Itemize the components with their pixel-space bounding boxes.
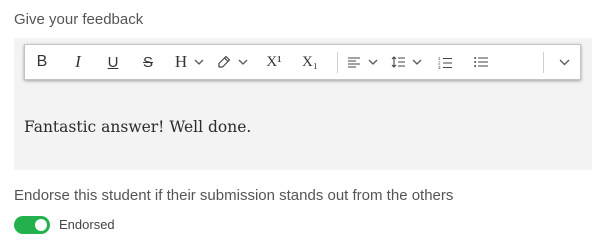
feedback-editor[interactable]: B I U S H X¹ X₁ 1 2 3 Fantastic answer! … — [14, 38, 592, 170]
superscript-icon: X¹ — [266, 53, 282, 70]
chevron-down-icon — [412, 59, 422, 65]
superscript-button[interactable]: X¹ — [261, 45, 287, 79]
ordered-list-button[interactable]: 1 2 3 — [433, 45, 457, 79]
endorse-toggle-row: Endorsed — [14, 215, 115, 235]
endorse-toggle[interactable] — [14, 216, 50, 234]
align-button[interactable] — [343, 45, 365, 79]
toolbar-divider — [337, 52, 338, 73]
highlight-button[interactable] — [213, 45, 235, 79]
heading-dropdown[interactable] — [191, 45, 207, 79]
highlight-dropdown[interactable] — [235, 45, 251, 79]
chevron-down-icon — [194, 59, 204, 65]
strikethrough-button[interactable]: S — [135, 45, 161, 79]
italic-icon: I — [75, 52, 81, 71]
underline-button[interactable]: U — [100, 45, 126, 79]
svg-text:3: 3 — [438, 65, 441, 69]
endorse-toggle-label: Endorsed — [59, 217, 115, 232]
bullet-list-button[interactable] — [469, 45, 493, 79]
bold-button[interactable]: B — [29, 45, 55, 79]
bullet-list-icon — [474, 57, 488, 67]
line-height-button[interactable] — [387, 45, 409, 79]
subscript-button[interactable]: X₁ — [297, 45, 323, 79]
line-height-dropdown[interactable] — [409, 45, 425, 79]
more-options-dropdown[interactable] — [553, 45, 575, 79]
italic-button[interactable]: I — [65, 45, 91, 79]
feedback-text[interactable]: Fantastic answer! Well done. — [24, 116, 251, 138]
line-height-icon — [391, 56, 405, 68]
chevron-down-icon — [368, 59, 378, 65]
toggle-knob — [35, 219, 47, 231]
strikethrough-icon: S — [142, 53, 153, 71]
chevron-down-icon — [238, 59, 248, 65]
subscript-icon: X₁ — [301, 53, 319, 70]
align-dropdown[interactable] — [365, 45, 381, 79]
editor-toolbar: B I U S H X¹ X₁ 1 2 3 — [24, 44, 581, 80]
heading-icon: H — [174, 52, 188, 71]
ordered-list-icon: 1 2 3 — [438, 56, 452, 69]
align-left-icon — [347, 56, 360, 68]
bold-icon: B — [36, 53, 48, 70]
underline-icon: U — [107, 53, 119, 71]
endorse-prompt: Endorse this student if their submission… — [14, 187, 454, 204]
toolbar-divider — [543, 52, 544, 73]
heading-button[interactable]: H — [170, 45, 192, 79]
feedback-label: Give your feedback — [14, 11, 144, 28]
chevron-down-icon — [559, 59, 569, 65]
highlighter-icon — [218, 55, 231, 68]
